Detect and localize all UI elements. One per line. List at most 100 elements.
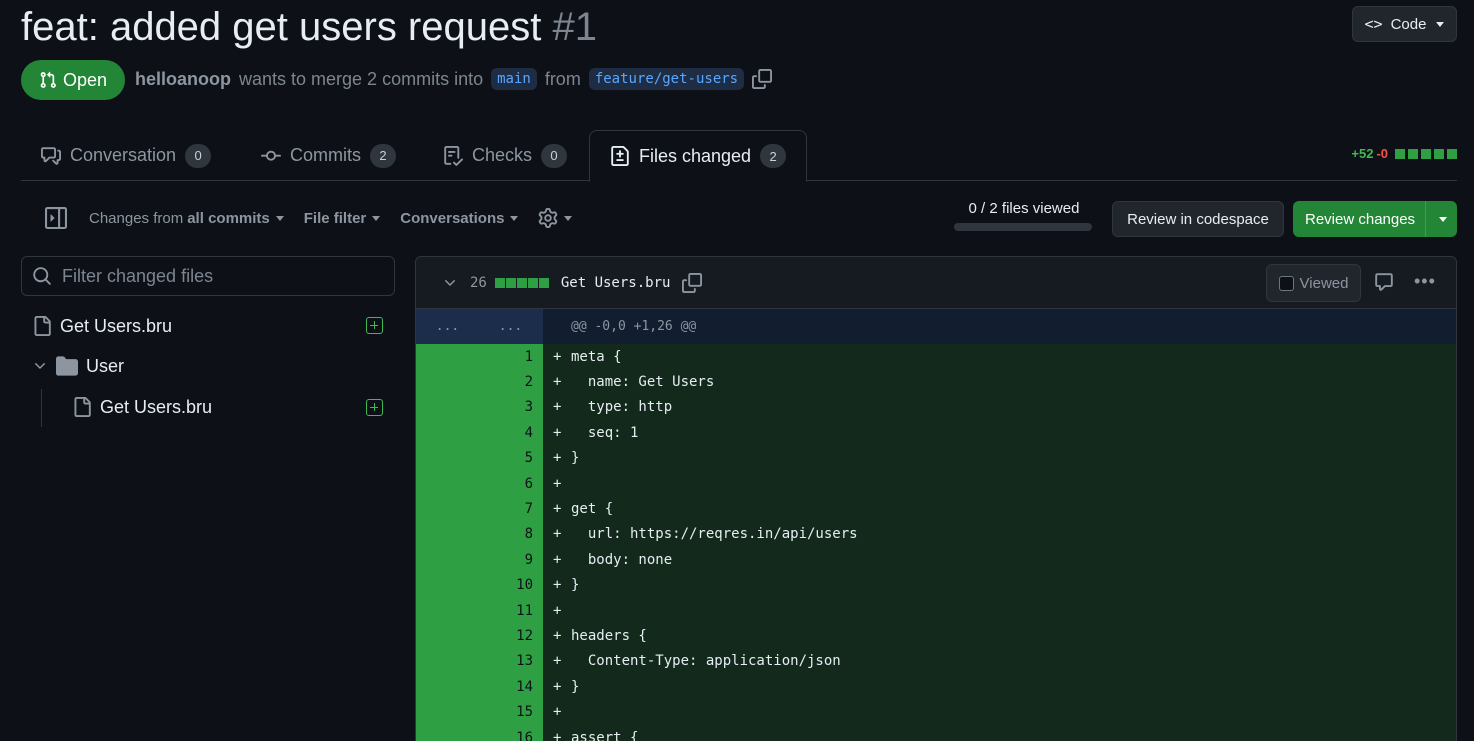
chevron-down-icon — [1436, 21, 1445, 27]
new-line-number[interactable]: 15 — [479, 699, 543, 725]
old-line-number — [416, 648, 479, 675]
sidebar-expand-icon — [45, 207, 67, 229]
new-line-number[interactable]: 6 — [479, 470, 543, 497]
review-changes-label: Review changes — [1305, 210, 1416, 228]
comment-icon[interactable] — [1374, 272, 1394, 292]
addition-marker: + — [553, 704, 562, 721]
changes-from-dropdown[interactable]: Changes from all commits — [89, 210, 284, 227]
tab-label: Commits — [290, 145, 361, 165]
review-changes-dropdown[interactable] — [1425, 201, 1457, 237]
copy-icon[interactable] — [682, 273, 703, 293]
diff-settings-dropdown[interactable] — [538, 208, 573, 228]
pr-meta: helloanoop wants to merge 2 commits into… — [135, 66, 773, 92]
hunk-gutter-new: ... — [498, 319, 523, 334]
new-line-number[interactable]: 13 — [479, 648, 543, 675]
tab-files-changed[interactable]: Files changed 2 — [589, 130, 808, 182]
conversations-label: Conversations — [400, 209, 505, 227]
old-line-number — [416, 597, 479, 624]
code-text: headers { — [571, 627, 647, 644]
code-button[interactable]: <> Code — [1352, 6, 1457, 42]
new-line-number[interactable]: 4 — [479, 420, 543, 446]
old-line-number — [416, 674, 479, 700]
line-number: 12 — [516, 627, 533, 644]
code-cell: + get { — [543, 496, 1456, 522]
head-branch-link[interactable]: feature/get-users — [588, 68, 745, 90]
tab-conversation[interactable]: Conversation 0 — [21, 130, 231, 181]
diffstat-block — [1447, 148, 1457, 159]
diff-line: 4 + seq: 1 — [416, 420, 1456, 446]
chevron-down-icon — [1438, 216, 1447, 222]
file-tree-item[interactable]: Get Users.bru — [72, 391, 212, 423]
new-line-number[interactable]: 8 — [479, 521, 543, 548]
tab-label: Conversation — [70, 145, 177, 165]
diff-line: 1 + meta { — [416, 344, 1456, 370]
code-text: assert { — [571, 729, 639, 741]
files-viewed-bar — [954, 223, 1092, 231]
new-line-number[interactable]: 16 — [479, 724, 543, 741]
old-line-number — [416, 547, 479, 573]
pr-title: feat: added get users request #1 — [21, 2, 597, 52]
line-number: 5 — [524, 450, 533, 467]
kebab-menu-icon[interactable]: ••• — [1414, 271, 1436, 292]
code-text: name: Get Users — [571, 374, 715, 391]
file-tree-folder-label: User — [86, 355, 125, 376]
new-line-number[interactable]: 5 — [479, 445, 543, 471]
addition-marker: + — [553, 399, 562, 416]
line-number: 7 — [524, 501, 533, 518]
filter-files-field[interactable] — [21, 256, 395, 296]
new-line-number[interactable]: 7 — [479, 496, 543, 522]
diff-line: 2 + name: Get Users — [416, 369, 1456, 395]
review-in-codespace-button[interactable]: Review in codespace — [1112, 201, 1284, 237]
tab-checks[interactable]: Checks 0 — [423, 130, 587, 181]
pr-author-link[interactable]: helloanoop — [135, 69, 231, 90]
diffstat: +52 -0 — [1351, 146, 1457, 161]
code-cell: + assert { — [543, 724, 1456, 741]
chevron-down-icon[interactable] — [442, 275, 458, 291]
diff-file-header-left: 26 Get Users.bru — [442, 257, 703, 309]
new-line-number[interactable]: 14 — [479, 674, 543, 700]
old-line-number — [416, 445, 479, 471]
old-line-number — [416, 521, 479, 548]
code-cell: + Content-Type: application/json — [543, 648, 1456, 675]
line-number: 14 — [516, 678, 533, 695]
line-number: 15 — [516, 704, 533, 721]
hunk-expand[interactable]: ... ... — [416, 309, 543, 344]
diff-lines: 1 + meta {2 + name: Get Users 3 + type: http 4… — [416, 344, 1456, 741]
addition-marker: + — [553, 729, 562, 741]
new-line-number[interactable]: 1 — [479, 344, 543, 370]
tab-commits[interactable]: Commits 2 — [241, 130, 416, 181]
file-tree-folder[interactable]: User — [32, 350, 124, 382]
checkbox-icon — [1278, 275, 1294, 291]
diffstat-block — [1395, 148, 1405, 159]
code-text: body: none — [571, 551, 673, 568]
base-branch-link[interactable]: main — [491, 68, 537, 90]
old-line-number — [416, 344, 479, 370]
new-line-number[interactable]: 12 — [479, 623, 543, 649]
code-cell: + url: https://reqres.in/api/users — [543, 521, 1456, 548]
review-changes-button[interactable]: Review changes — [1293, 201, 1457, 237]
toggle-file-tree-button[interactable] — [45, 207, 67, 229]
new-line-number[interactable]: 3 — [479, 394, 543, 421]
new-line-number[interactable]: 10 — [479, 572, 543, 598]
viewed-checkbox[interactable]: Viewed — [1266, 264, 1361, 302]
conversations-dropdown[interactable]: Conversations — [400, 209, 519, 227]
checklist-icon — [444, 145, 463, 166]
code-button-label: Code — [1390, 15, 1427, 33]
file-tree-item[interactable]: Get Users.bru — [32, 310, 172, 342]
pr-title-text: feat: added get users request — [21, 5, 542, 49]
pr-state-label: Open — [62, 69, 108, 90]
new-line-number[interactable]: 2 — [479, 369, 543, 395]
files-viewed-text: 0 / 2 files viewed — [968, 200, 1080, 217]
folder-icon — [56, 356, 78, 376]
copy-icon[interactable] — [752, 69, 773, 89]
new-line-number[interactable]: 11 — [479, 597, 543, 624]
pr-from-text: from — [544, 68, 581, 89]
new-line-number[interactable]: 9 — [479, 547, 543, 573]
git-pull-request-icon — [40, 71, 56, 88]
filter-files-input[interactable] — [62, 265, 382, 287]
addition-marker: + — [553, 627, 562, 644]
diff-file-name[interactable]: Get Users.bru — [561, 275, 671, 291]
file-filter-dropdown[interactable]: File filter — [304, 210, 381, 227]
addition-marker: + — [553, 678, 562, 695]
diff-line: 16 + assert { — [416, 724, 1456, 741]
